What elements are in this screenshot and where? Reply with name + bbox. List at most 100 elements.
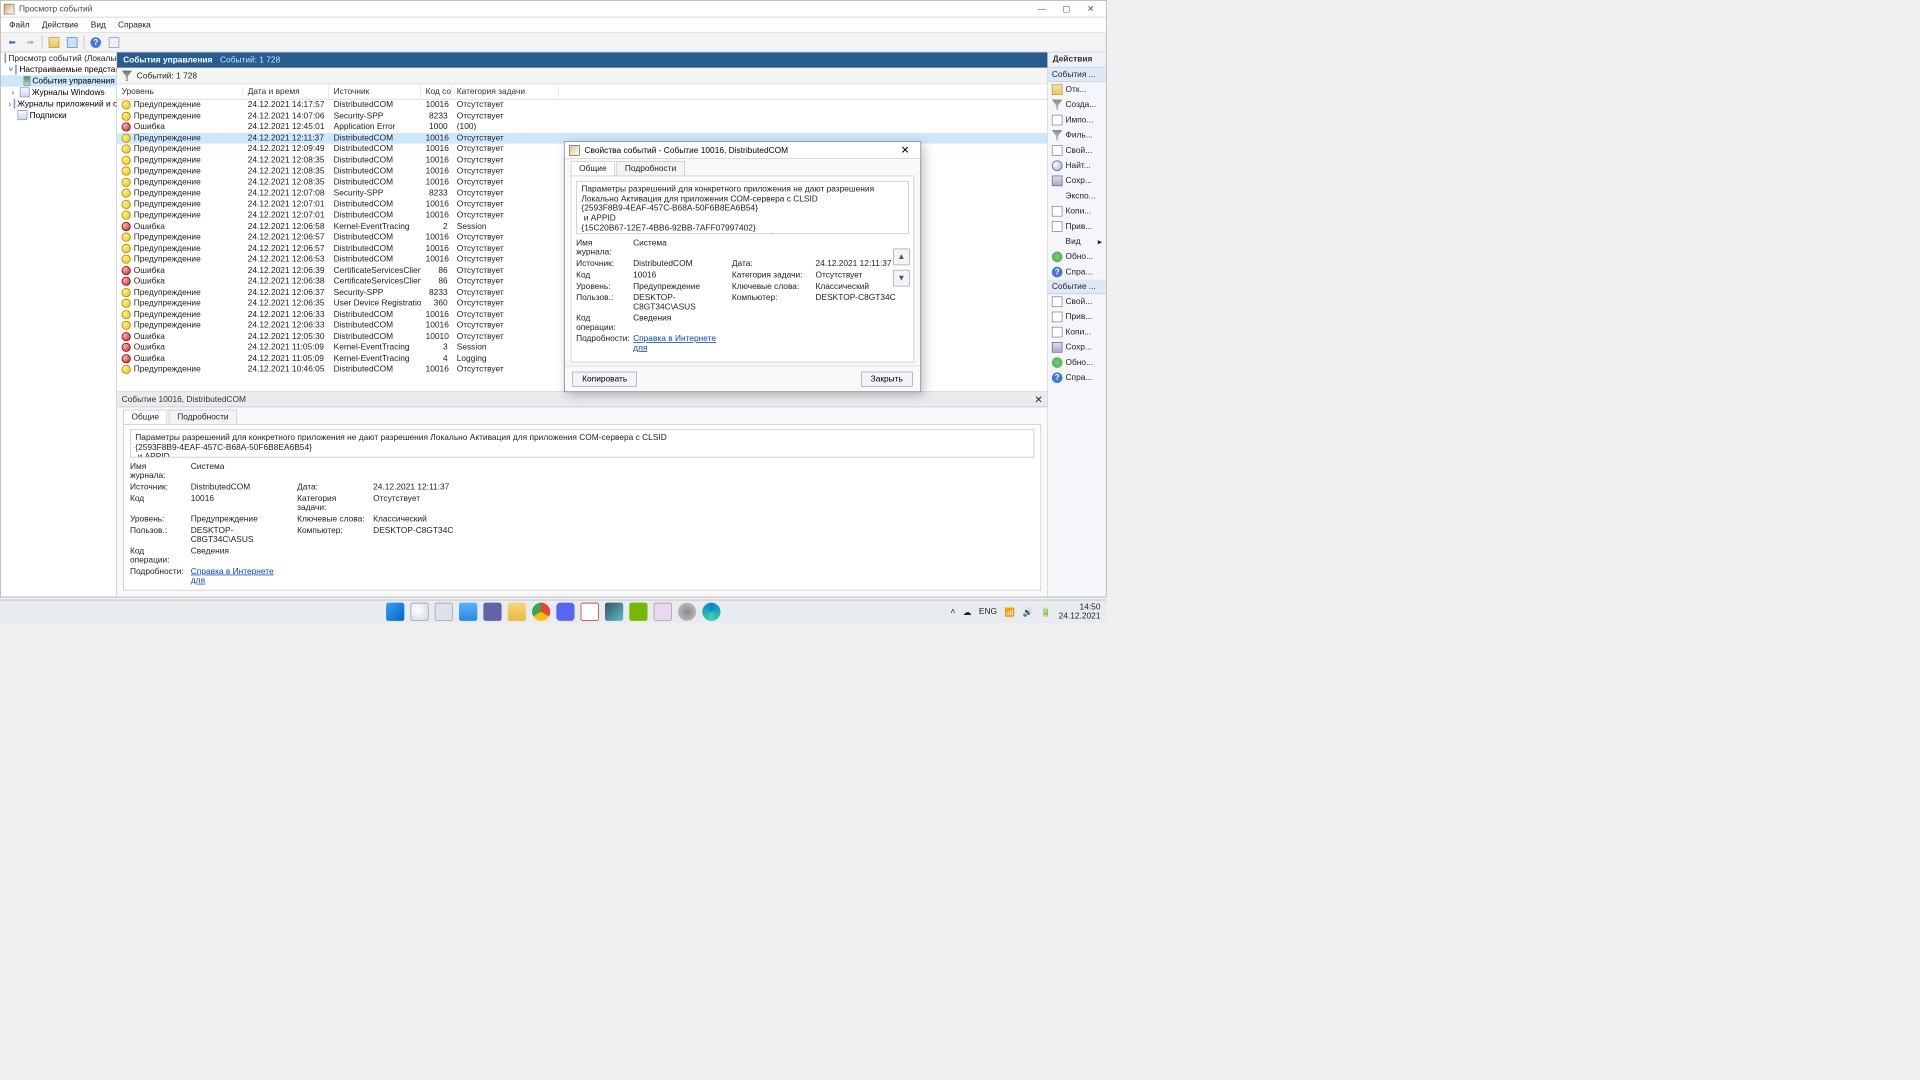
tree-root[interactable]: Просмотр событий (Локальный (1, 52, 117, 63)
action-create[interactable]: Созда... (1048, 97, 1106, 112)
toolbar-btn4[interactable] (106, 34, 123, 51)
warning-icon (122, 299, 131, 308)
calendar-icon[interactable] (581, 603, 599, 621)
system-tray[interactable]: ˄ ☁ ENG 📶 🔊 🔋 14:50 24.12.2021 (950, 603, 1106, 621)
preview-tabs: Общие Подробности (117, 407, 1047, 424)
nvidia-icon[interactable] (629, 603, 647, 621)
col-task[interactable]: Категория задачи (452, 86, 558, 98)
warning-icon (122, 244, 131, 253)
warning-icon (122, 189, 131, 198)
tray-volume-icon[interactable]: 🔊 (1023, 607, 1033, 617)
action-export[interactable]: Экспо... (1048, 188, 1106, 203)
action-ev-attach[interactable]: Прив... (1048, 309, 1106, 324)
warning-icon (122, 211, 131, 220)
event-message[interactable]: Параметры разрешений для конкретного при… (130, 429, 1034, 457)
dialog-close-button[interactable]: ✕ (895, 144, 916, 157)
close-button[interactable]: ✕ (1078, 0, 1102, 17)
tree-windows-logs[interactable]: ›Журналы Windows (1, 87, 117, 98)
action-properties[interactable]: Свой... (1048, 143, 1106, 158)
action-ev-help[interactable]: ?Спра... (1048, 370, 1106, 385)
search-button[interactable] (410, 603, 428, 621)
minimize-button[interactable]: — (1030, 0, 1054, 17)
action-open[interactable]: Отк... (1048, 82, 1106, 97)
col-level[interactable]: Уровень (117, 86, 243, 98)
tab-general[interactable]: Общие (123, 410, 167, 424)
event-properties-dialog[interactable]: Свойства событий - Событие 10016, Distri… (564, 141, 921, 392)
tray-wifi-icon[interactable]: 📶 (1005, 607, 1015, 617)
teams-icon[interactable] (483, 603, 501, 621)
titlebar[interactable]: Просмотр событий — ▢ ✕ (1, 1, 1106, 18)
settings-icon[interactable] (678, 603, 696, 621)
action-help[interactable]: ?Спра... (1048, 264, 1106, 279)
explorer-icon[interactable] (508, 603, 526, 621)
actions-header: Действия (1048, 52, 1106, 67)
tray-language[interactable]: ENG (979, 607, 997, 616)
tray-clock[interactable]: 14:50 24.12.2021 (1059, 603, 1101, 621)
action-ev-copy[interactable]: Копи... (1048, 325, 1106, 340)
tree-subscriptions[interactable]: Подписки (1, 109, 117, 120)
menu-file[interactable]: Файл (4, 19, 35, 31)
action-ev-properties[interactable]: Свой... (1048, 294, 1106, 309)
folder-icon (16, 65, 18, 75)
warning-icon (122, 167, 131, 176)
tree-app-logs[interactable]: ›Журналы приложений и сл (1, 98, 117, 109)
dialog-next-button[interactable]: ▼ (893, 270, 910, 287)
tree-custom-views[interactable]: ˅Настраиваемые представле (1, 64, 117, 75)
forward-button[interactable]: ➡ (22, 34, 39, 51)
preview-close-button[interactable]: ✕ (1034, 393, 1042, 405)
dialog-online-help-link[interactable]: Справка в Интернете для (633, 334, 724, 352)
edge-icon[interactable] (702, 603, 720, 621)
dialog-copy-button[interactable]: Копировать (572, 371, 637, 386)
help-toolbar-button[interactable]: ? (87, 34, 104, 51)
dialog-prev-button[interactable]: ▲ (893, 249, 910, 266)
warning-icon (122, 310, 131, 319)
back-button[interactable]: ⬅ (4, 34, 21, 51)
widgets-button[interactable] (459, 603, 477, 621)
taskbar[interactable]: ˄ ☁ ENG 📶 🔊 🔋 14:50 24.12.2021 (0, 600, 1107, 624)
menu-help[interactable]: Справка (113, 19, 156, 31)
menu-view[interactable]: Вид (85, 19, 111, 31)
nav-tree[interactable]: Просмотр событий (Локальный ˅Настраиваем… (1, 52, 117, 596)
table-row[interactable]: Ошибка24.12.2021 12:45:01Application Err… (117, 122, 1047, 133)
tray-battery-icon[interactable]: 🔋 (1041, 607, 1051, 617)
action-ev-refresh[interactable]: Обно... (1048, 355, 1106, 370)
action-ev-save[interactable]: Сохр... (1048, 340, 1106, 355)
action-find[interactable]: Найт... (1048, 158, 1106, 173)
tray-chevron-icon[interactable]: ˄ (950, 607, 955, 616)
tab-details[interactable]: Подробности (169, 410, 237, 424)
task-view-button[interactable] (435, 603, 453, 621)
app-icon-1[interactable] (654, 603, 672, 621)
show-hide-tree-button[interactable] (46, 34, 63, 51)
col-code[interactable]: Код со... (421, 86, 452, 98)
col-source[interactable]: Источник (329, 86, 421, 98)
folder-icon (13, 99, 15, 109)
action-copy[interactable]: Копи... (1048, 204, 1106, 219)
chrome-icon[interactable] (532, 603, 550, 621)
dialog-titlebar[interactable]: Свойства событий - Событие 10016, Distri… (565, 142, 921, 159)
menu-action[interactable]: Действие (37, 19, 84, 31)
table-header[interactable]: Уровень Дата и время Источник Код со... … (117, 84, 1047, 99)
warning-icon (122, 145, 131, 154)
start-button[interactable] (386, 603, 404, 621)
tray-onedrive-icon[interactable]: ☁ (963, 607, 971, 617)
dialog-tab-general[interactable]: Общие (571, 161, 615, 175)
action-filter[interactable]: Филь... (1048, 128, 1106, 143)
dialog-tab-details[interactable]: Подробности (616, 161, 684, 175)
action-view-submenu[interactable]: Вид▸ (1048, 234, 1106, 249)
action-attach[interactable]: Прив... (1048, 219, 1106, 234)
table-row[interactable]: Предупреждение24.12.2021 14:17:57Distrib… (117, 100, 1047, 111)
maximize-button[interactable]: ▢ (1054, 0, 1078, 17)
save-icon (1052, 342, 1063, 353)
dialog-close-ok-button[interactable]: Закрыть (861, 371, 913, 386)
action-save[interactable]: Сохр... (1048, 173, 1106, 188)
dialog-message[interactable]: Параметры разрешений для конкретного при… (576, 181, 909, 234)
table-row[interactable]: Предупреждение24.12.2021 14:07:06Securit… (117, 111, 1047, 122)
col-date[interactable]: Дата и время (243, 86, 329, 98)
online-help-link[interactable]: Справка в Интернете для (191, 567, 290, 585)
toolbar-btn2[interactable] (64, 34, 81, 51)
tree-admin-events[interactable]: События управления (1, 75, 117, 86)
discord-icon[interactable] (556, 603, 574, 621)
action-import[interactable]: Импо... (1048, 112, 1106, 127)
action-refresh[interactable]: Обно... (1048, 249, 1106, 264)
photos-icon[interactable] (605, 603, 623, 621)
